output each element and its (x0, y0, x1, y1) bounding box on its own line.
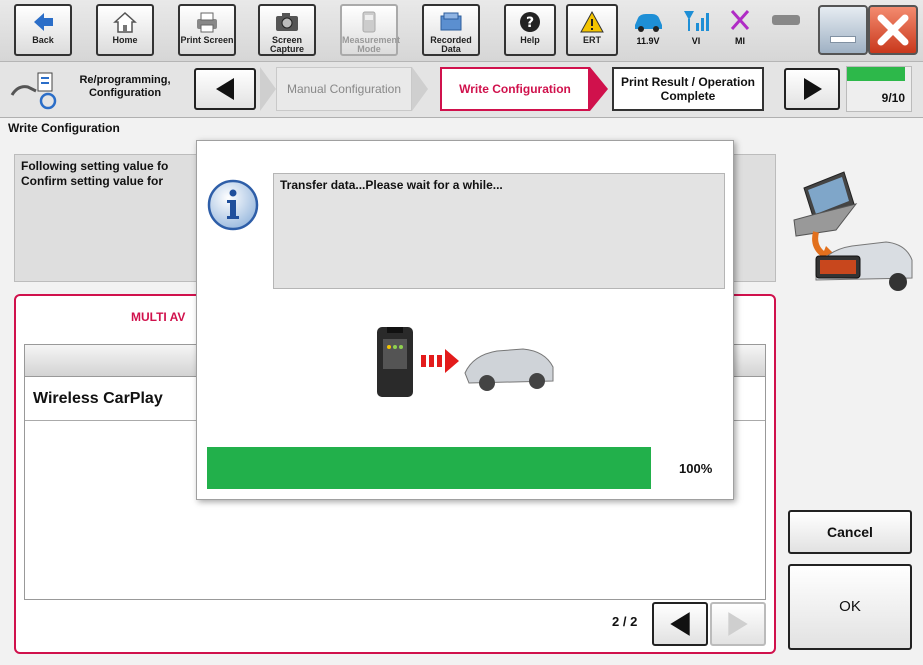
info-icon (207, 179, 259, 231)
mi-status: MI (718, 4, 762, 56)
toolbar: Back Home Print Screen Screen Capture Me… (0, 0, 923, 62)
panel-title: MULTI AV (131, 310, 186, 324)
vi-status: VI (674, 4, 718, 56)
step-chevron (412, 67, 428, 111)
transfer-data-icon (377, 327, 554, 397)
close-icon (877, 14, 909, 46)
step-bar: Re/programming, Configuration Manual Con… (0, 62, 923, 118)
measurement-mode-button[interactable]: Measurement Mode (340, 4, 400, 56)
step-chevron-active (590, 67, 608, 111)
car-icon (635, 14, 662, 32)
transfer-progress-fill (207, 447, 651, 489)
help-button[interactable]: ? Help (504, 4, 556, 56)
back-arrow-icon (34, 13, 53, 31)
step-forward-button[interactable] (784, 68, 840, 110)
help-icon: ? (520, 12, 540, 32)
step-print-result: Print Result / Operation Complete (612, 67, 764, 111)
connection-status (764, 4, 808, 56)
step-progress: 9/10 (846, 66, 912, 112)
triangle-left-icon (216, 78, 234, 100)
transfer-progress-bar (207, 447, 651, 489)
recorded-data-icon (440, 12, 462, 31)
reprogramming-icon (10, 72, 57, 110)
step-chevron (260, 67, 276, 111)
device-icon (772, 15, 800, 25)
recorded-data-button[interactable]: Recorded Data (422, 4, 480, 56)
triangle-right-icon (728, 612, 748, 636)
step-progress-fill (847, 67, 905, 81)
triangle-left-icon (670, 612, 690, 636)
cross-icon (730, 10, 750, 30)
measurement-icon (362, 11, 376, 33)
camera-icon (276, 13, 298, 31)
step-write-configuration: Write Configuration (440, 67, 590, 111)
page-forward-button[interactable] (710, 602, 766, 646)
page-indicator: 2 / 2 (612, 614, 638, 629)
dialog-message: Transfer data...Please wait for a while.… (273, 173, 725, 289)
home-icon (113, 11, 137, 33)
close-button[interactable] (868, 5, 918, 55)
battery-voltage-status: 11.9V (626, 4, 670, 56)
transfer-progress-label: 100% (679, 461, 713, 476)
back-button[interactable]: Back (14, 4, 72, 56)
triangle-right-icon (804, 78, 822, 100)
print-screen-button[interactable]: Print Screen (178, 4, 236, 56)
printer-icon (197, 12, 217, 33)
step-bar-title: Re/programming, Configuration (79, 74, 171, 99)
screen-capture-button[interactable]: Screen Capture (258, 4, 316, 56)
signal-icon (684, 11, 709, 31)
transfer-dialog: Transfer data...Please wait for a while.… (196, 140, 734, 500)
home-button[interactable]: Home (96, 4, 154, 56)
minimize-button[interactable] (818, 5, 868, 55)
step-progress-count: 9/10 (881, 91, 905, 105)
page-back-button[interactable] (652, 602, 708, 646)
step-back-button[interactable] (194, 68, 256, 110)
laptop-to-car-icon (793, 171, 913, 291)
section-title: Write Configuration (8, 121, 120, 135)
ert-button[interactable]: ERT (566, 4, 618, 56)
warning-icon (580, 10, 604, 33)
cancel-button[interactable]: Cancel (788, 510, 912, 554)
step-manual-configuration: Manual Configuration (276, 67, 412, 111)
svg-text:?: ? (526, 15, 534, 31)
ok-button[interactable]: OK (788, 564, 912, 650)
